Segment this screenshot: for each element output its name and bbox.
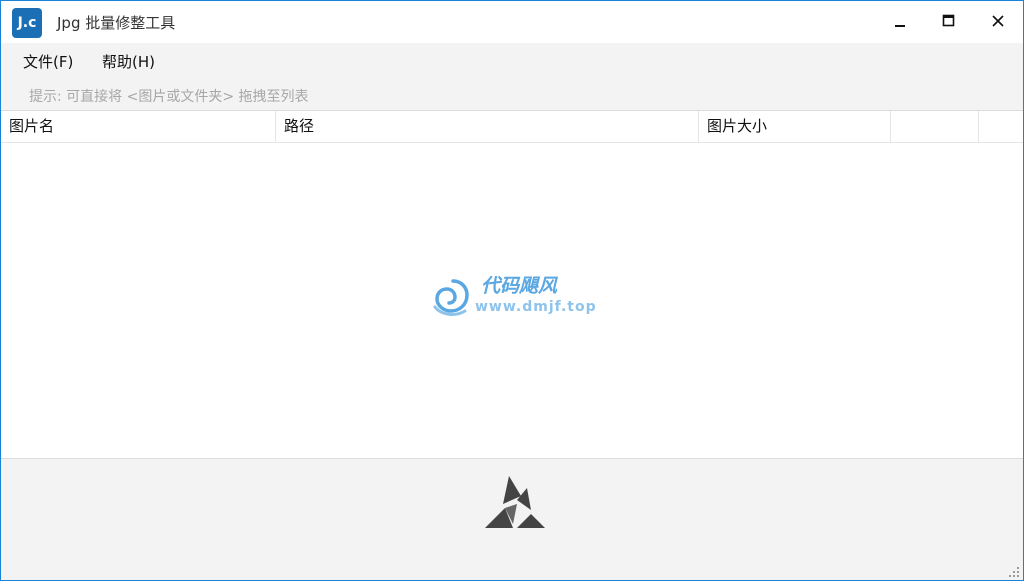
minimize-button[interactable] — [877, 1, 923, 41]
watermark-url: www.dmjf.top — [475, 299, 597, 315]
menu-help[interactable]: 帮助(H) — [102, 51, 155, 72]
file-list[interactable]: 图片名 路径 图片大小 代码飓风 www.dmjf.top — [1, 110, 1023, 459]
column-header-size[interactable]: 图片大小 — [699, 111, 891, 142]
title-bar[interactable]: J.c Jpg 批量修整工具 — [1, 1, 1023, 43]
menu-bar: 文件(F) 帮助(H) — [1, 43, 1023, 79]
watermark: 代码飓风 www.dmjf.top — [431, 271, 601, 323]
column-header-path[interactable]: 路径 — [276, 111, 699, 142]
column-header-filename[interactable]: 图片名 — [1, 111, 276, 142]
cloud-swirl-icon — [433, 279, 469, 316]
app-window: J.c Jpg 批量修整工具 文件(F) 帮助(H) 提示: 可直接将 <图片或… — [0, 0, 1024, 581]
maximize-button[interactable] — [926, 1, 972, 41]
drag-hint: 提示: 可直接将 <图片或文件夹> 拖拽至列表 — [29, 89, 309, 105]
menu-file[interactable]: 文件(F) — [23, 51, 73, 72]
bottom-panel — [1, 458, 1023, 580]
maximize-icon — [942, 14, 955, 27]
close-icon — [992, 15, 1004, 27]
app-icon: J.c — [12, 8, 42, 38]
column-header-extra-2[interactable] — [979, 111, 1023, 142]
minimize-icon — [895, 25, 905, 27]
window-title: Jpg 批量修整工具 — [57, 14, 176, 32]
resize-grip-icon[interactable] — [1008, 566, 1020, 578]
triangle-logo-icon — [485, 476, 545, 528]
column-header-extra-1[interactable] — [891, 111, 979, 142]
watermark-title: 代码飓风 — [481, 275, 558, 297]
list-header: 图片名 路径 图片大小 — [1, 111, 1023, 143]
close-button[interactable] — [975, 1, 1021, 41]
